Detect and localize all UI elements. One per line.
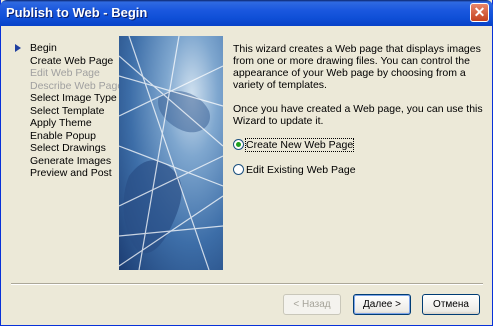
globe-network-illustration: [119, 36, 223, 270]
step-begin: Begin: [13, 42, 121, 55]
wizard-content: This wizard creates a Web page that disp…: [233, 43, 483, 189]
close-icon: ✕: [473, 4, 486, 20]
wizard-banner-image: [119, 36, 223, 270]
current-step-arrow-icon: [15, 44, 21, 52]
cancel-button[interactable]: Отмена: [422, 294, 480, 315]
window-title: Publish to Web - Begin: [6, 5, 148, 20]
step-select-template: Select Template: [30, 104, 105, 117]
step-select-image-type: Select Image Type: [30, 92, 117, 104]
title-bar: Publish to Web - Begin ✕: [0, 0, 493, 26]
wizard-steps: Begin Create Web Page Edit Web Page Desc…: [13, 42, 124, 180]
update-note-text: Once you have created a Web page, you ca…: [233, 103, 483, 127]
step-preview-and-post: Preview and Post: [30, 167, 112, 179]
step-describe-web-page: Describe Web Page: [30, 79, 124, 92]
footer-separator: [11, 283, 483, 285]
create-new-radio[interactable]: [233, 139, 244, 150]
create-new-label[interactable]: Create New Web Page: [244, 138, 355, 152]
step-apply-theme: Apply Theme: [30, 117, 92, 129]
publish-to-web-dialog: Publish to Web - Begin ✕ Begin Create We…: [0, 0, 493, 326]
step-enable-popup: Enable Popup: [30, 129, 96, 142]
back-button[interactable]: < Назад: [283, 294, 341, 315]
edit-existing-label[interactable]: Edit Existing Web Page: [246, 164, 356, 176]
close-button[interactable]: ✕: [470, 3, 489, 22]
option-create-new-web-page[interactable]: Create New Web Page: [233, 138, 483, 153]
step-select-drawings: Select Drawings: [30, 142, 106, 154]
step-create-web-page: Create Web Page: [30, 54, 114, 67]
next-button[interactable]: Далее >: [353, 294, 411, 315]
option-edit-existing-web-page[interactable]: Edit Existing Web Page: [233, 164, 483, 178]
step-generate-images: Generate Images: [30, 154, 112, 167]
edit-existing-radio[interactable]: [233, 164, 244, 175]
intro-text: This wizard creates a Web page that disp…: [233, 43, 481, 91]
step-edit-web-page: Edit Web Page: [30, 67, 100, 79]
